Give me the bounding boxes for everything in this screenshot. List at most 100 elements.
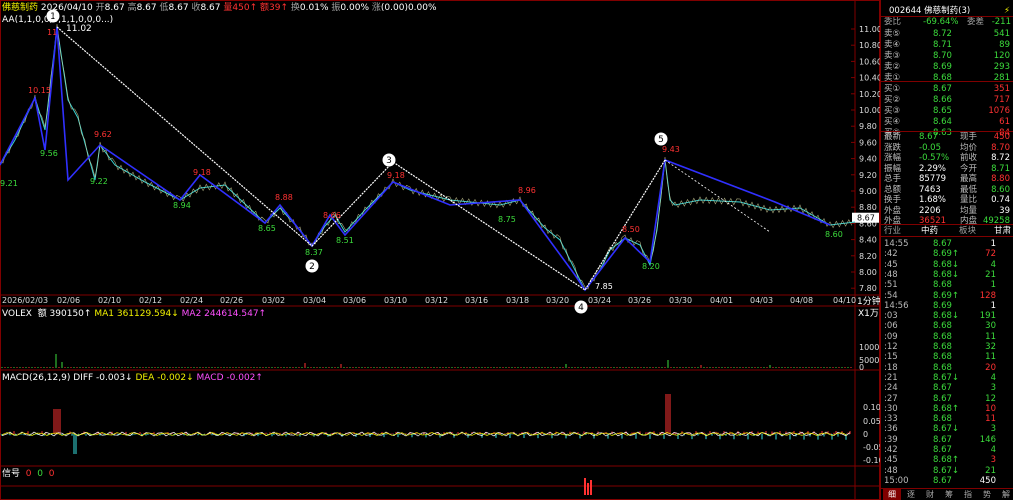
bid-row: 买② 8.66 717 <box>881 95 1013 106</box>
signal-header: 信号 0 0 0 <box>2 469 54 480</box>
quote-panel: 002644 佛慈制药(3) ⚡ 委比 -69.64% 委差 -211 卖⑤ 8.… <box>880 0 1013 500</box>
price-axis-label: 9.40 <box>859 155 877 164</box>
ask-volume: 281 <box>993 73 1010 83</box>
ask-row: 卖③ 8.70 120 <box>881 51 1013 62</box>
price-axis-label: 8.00 <box>859 268 877 277</box>
volume-axis-label: 10000 <box>859 343 880 352</box>
wei-cha-value: -211 <box>991 17 1011 27</box>
panel-tab-6[interactable]: 解 <box>997 489 1013 500</box>
ask-row: 卖⑤ 8.72 541 <box>881 29 1013 40</box>
macd-axis-label: 0 <box>863 430 868 439</box>
volume-ma1: MA1 361129.594↓ <box>94 309 179 319</box>
wave-marker-label: 2 <box>309 262 315 272</box>
stat-label: 最新 <box>884 132 902 142</box>
stat-value: 8.72 <box>991 153 1010 163</box>
signal-title: 信号 <box>2 469 21 479</box>
date-axis-label: 03/10 <box>384 296 407 305</box>
stat-label: 均量 <box>960 205 978 216</box>
stat-row: 总额 7463 最低 8.60 <box>881 185 1013 196</box>
stat-label: 振幅 <box>884 163 902 174</box>
wei-bi-value: -69.64% <box>923 17 959 27</box>
wave-marker-label: 3 <box>386 156 392 166</box>
amplitude-value: 0.00% <box>340 3 369 13</box>
price-axis-label: 9.60 <box>859 138 877 147</box>
current-price-tag-label: 8.67 <box>857 214 875 223</box>
macd-value: MACD -0.002↑ <box>196 373 263 383</box>
volume-title: VOLEX <box>2 309 32 319</box>
bid-volume: 351 <box>993 84 1010 94</box>
open-label: 开 <box>95 3 105 13</box>
bid-label: 买② <box>884 95 901 105</box>
date-axis-label: 04/03 <box>750 296 773 305</box>
stat-value: 8.70 <box>991 142 1010 153</box>
stat-value: 2.29% <box>919 163 947 174</box>
panel-tab-3[interactable]: 筹 <box>940 489 958 500</box>
price-point-label: 11 <box>47 28 57 37</box>
stat-label: 总手 <box>884 174 902 184</box>
panel-separator <box>881 488 1013 489</box>
stat-label: 前收 <box>960 153 978 163</box>
open-value: 8.67 <box>104 3 125 13</box>
date-axis-label: 03/24 <box>588 296 611 305</box>
price-point-label: 8.37 <box>305 248 323 257</box>
price-axis-label: 10.00 <box>859 106 880 115</box>
panel-tab-1[interactable]: 逐 <box>902 489 920 500</box>
date-axis-label: 02/10 <box>98 296 121 305</box>
amount-label: 额 <box>260 3 270 13</box>
price-axis-label: 11.00 <box>859 25 880 34</box>
date-axis-label: 03/06 <box>343 296 366 305</box>
ask-price: 8.68 <box>933 73 952 83</box>
date-axis-label: 02/26 <box>220 296 243 305</box>
stat-label: 今开 <box>960 163 978 174</box>
bid-volume: 717 <box>993 95 1010 105</box>
price-point-label: 8.65 <box>258 224 276 233</box>
amount-value: 39↑ <box>269 3 289 13</box>
bid-label: 买④ <box>884 117 901 127</box>
bid-row: 买④ 8.64 61 <box>881 117 1013 128</box>
ask-price: 8.70 <box>933 51 952 61</box>
chart-border <box>0 0 880 500</box>
stat-label: 量比 <box>960 195 978 205</box>
turnover-value: 0.01% <box>299 3 329 13</box>
panel-tab-4[interactable]: 指 <box>959 489 977 500</box>
ask-row: 卖④ 8.71 89 <box>881 40 1013 51</box>
panel-separator <box>881 81 1013 82</box>
vol-value: 450↑ <box>232 3 258 13</box>
low-value: 8.67 <box>168 3 189 13</box>
date-axis-label: 03/12 <box>425 296 448 305</box>
bid-label: 买① <box>884 84 901 94</box>
price-point-label: 8.50 <box>622 225 640 234</box>
price-axis-label: 10.80 <box>859 41 880 50</box>
price-point-label: 9.62 <box>94 130 112 139</box>
panel-separator <box>881 224 1013 225</box>
stock-chart-canvas[interactable]: 11.00 10.80 10.60 10.40 10.20 10.00 9.80 9.60 9.… <box>0 0 880 500</box>
stat-row: 总手 85779 最高 8.80 <box>881 174 1013 185</box>
stat-label: 最低 <box>960 184 978 195</box>
stat-value: 8.60 <box>991 184 1010 195</box>
macd-axis-label: 0.05 <box>863 417 880 426</box>
panel-tab-2[interactable]: 财 <box>921 489 939 500</box>
stat-value: 7463 <box>919 184 941 195</box>
ask-price: 8.69 <box>933 62 952 72</box>
stat-value: 1.68% <box>919 195 947 205</box>
signal-v3: 0 <box>48 469 55 479</box>
stat-row: 涨幅 -0.57% 前收 8.72 <box>881 153 1013 164</box>
macd-dea: DEA -0.002↓ <box>135 373 194 383</box>
stat-value: 0.74 <box>991 195 1010 205</box>
stock-name: 佛慈制药 <box>2 3 39 13</box>
date-axis-label: 02/06 <box>57 296 80 305</box>
wave-line <box>56 26 666 291</box>
stat-label: 换手 <box>884 195 902 205</box>
stat-value: -0.57% <box>919 153 950 163</box>
wave-extension-line <box>664 159 771 233</box>
stat-row: 外盘 2206 均量 39 <box>881 206 1013 217</box>
price-point-label: 10.15 <box>28 86 51 95</box>
panel-tab-0[interactable]: 细 <box>883 489 901 500</box>
bid-price: 8.64 <box>933 117 952 127</box>
panel-tab-5[interactable]: 势 <box>978 489 996 500</box>
ask-volume: 293 <box>993 62 1010 72</box>
stat-label: 均价 <box>960 142 978 153</box>
period-label[interactable]: 1分钟 <box>857 297 881 308</box>
ask-price: 8.71 <box>933 40 952 50</box>
price-axis-label: 9.00 <box>859 187 877 196</box>
